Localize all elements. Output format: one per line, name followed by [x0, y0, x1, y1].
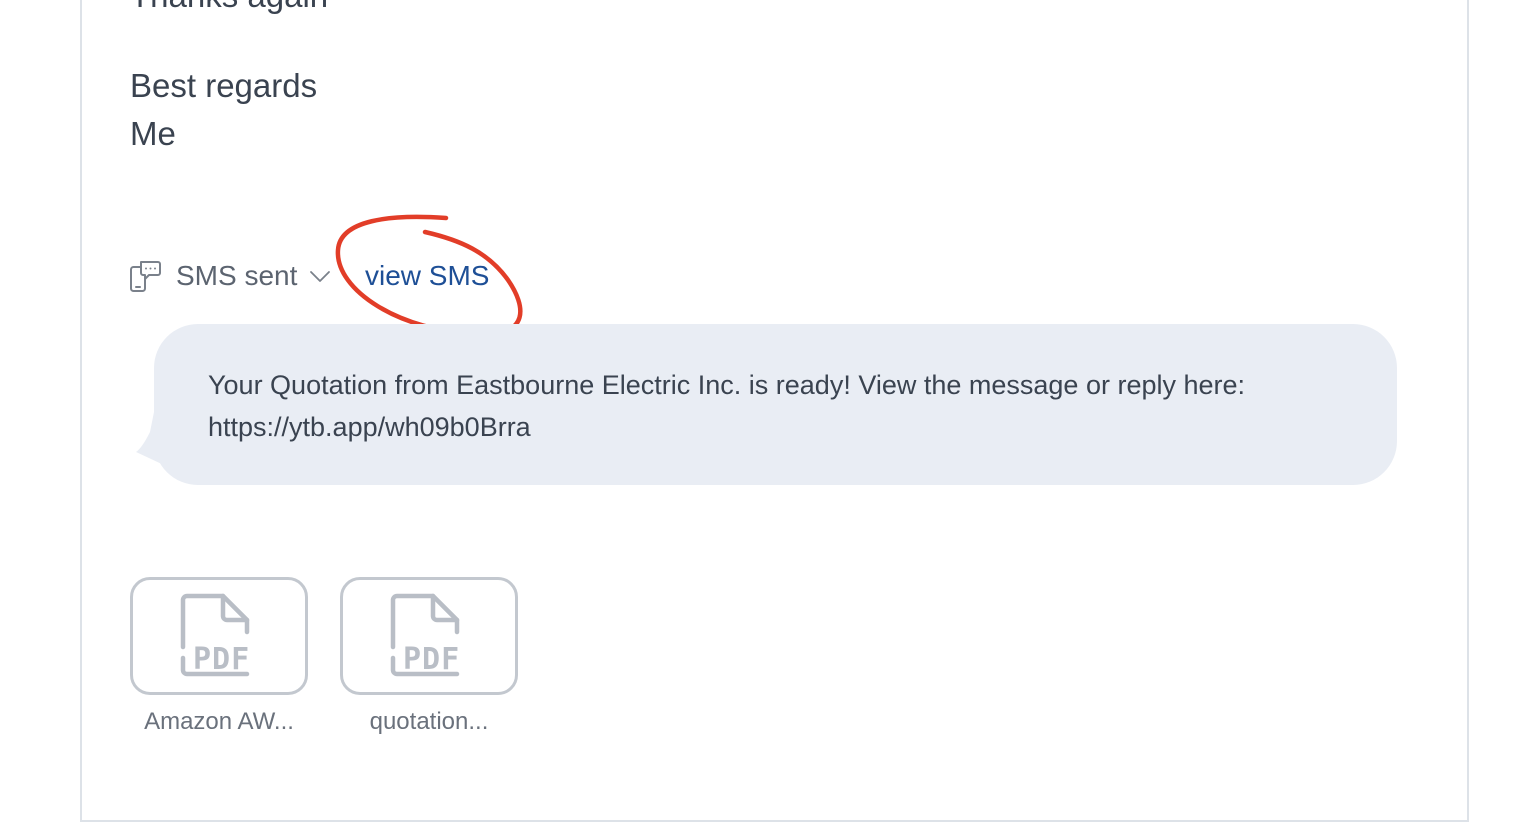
sms-message-text: Your Quotation from Eastbourne Electric …: [208, 370, 1246, 442]
chevron-down-icon[interactable]: [309, 265, 331, 287]
email-body-line-thanks: Thanks again: [130, 0, 328, 20]
sms-status-row[interactable]: SMS sent: [128, 254, 331, 298]
view-sms-link[interactable]: view SMS: [365, 254, 489, 298]
email-body-line-signature: Me: [130, 115, 176, 152]
attachment-name[interactable]: Amazon AW...: [124, 708, 314, 736]
sms-status-label: SMS sent: [176, 260, 298, 291]
attachment-tile[interactable]: PDF: [130, 577, 308, 695]
attachment-type-label: PDF: [403, 642, 461, 677]
attachment-name[interactable]: quotation...: [334, 708, 524, 736]
email-body-line-regards: Best regards: [130, 67, 318, 104]
attachment-tile[interactable]: PDF: [340, 577, 518, 695]
attachment-type-label: PDF: [193, 642, 251, 677]
phone-chat-icon: [128, 259, 162, 293]
sms-message-bubble: Your Quotation from Eastbourne Electric …: [132, 322, 1400, 488]
